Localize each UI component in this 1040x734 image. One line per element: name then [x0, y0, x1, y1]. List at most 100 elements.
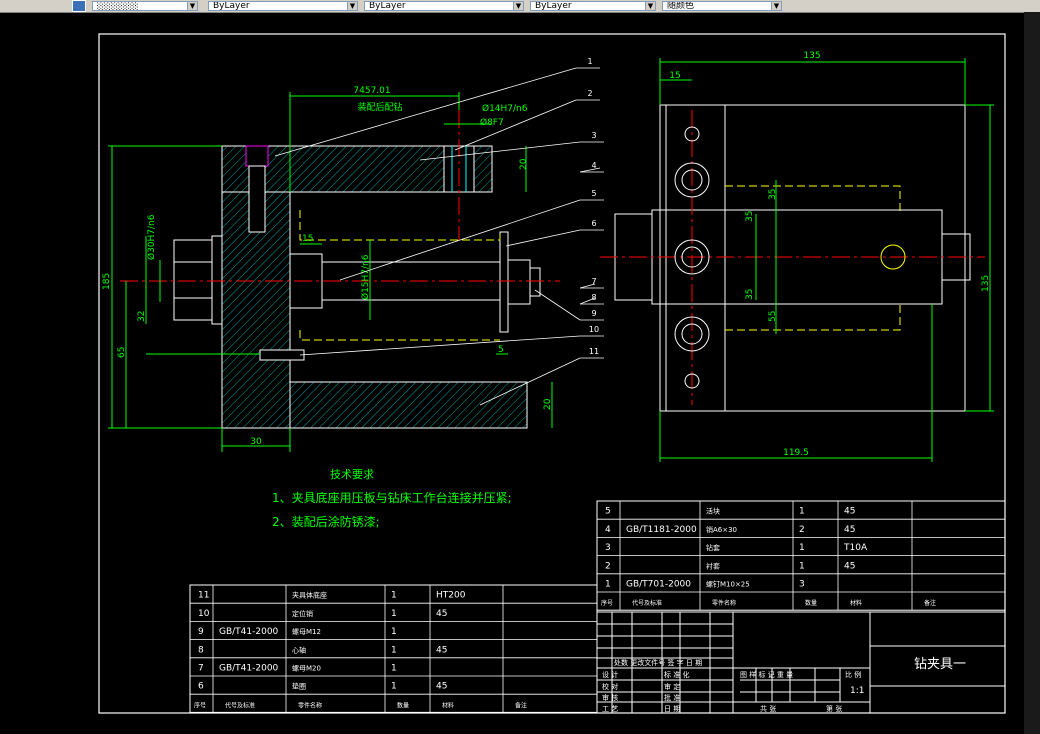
table-cell: 1 [391, 645, 397, 655]
base-plate [289, 381, 528, 429]
chevron-down-icon[interactable]: ▼ [645, 2, 655, 10]
table-cell: GB/T41-2000 [219, 627, 279, 637]
leader-label: 1 [587, 57, 592, 66]
table-cell: 11 [198, 591, 209, 601]
table-cell: 螺母M20 [292, 664, 321, 673]
table-cell: 2 [799, 525, 805, 535]
table-cell: 心轴 [292, 645, 306, 654]
table-cell: 1 [799, 543, 805, 553]
table-cell: 2 [605, 561, 611, 571]
leader-label: 7 [591, 277, 596, 286]
chevron-down-icon[interactable]: ▼ [771, 2, 781, 10]
table-cell: 1 [391, 609, 397, 619]
assembly-note: 装配后配钻 [357, 101, 402, 113]
table-cell: 衬套 [706, 561, 720, 570]
table-cell: 45 [844, 561, 855, 571]
lineweight-combo-value: ByLayer [535, 1, 572, 11]
chevron-down-icon[interactable]: ▼ [187, 2, 197, 10]
top-view-dim-text: 135 15 35 35 35 55 135 119.5 [669, 51, 991, 458]
tb-stage: 图 样 标 记 重 量 [740, 670, 793, 679]
leader-label: 3 [591, 131, 596, 140]
table-cell: 螺钉M10×25 [706, 580, 750, 589]
dim-65: 65 [117, 347, 127, 358]
drawing-canvas[interactable]: 7457.01 装配后配钻 Ø14H7/n6 Ø8F7 20 15 1 8 5 Ø3… [0, 12, 1024, 734]
dim-35-c: 35 [745, 289, 755, 300]
chevron-down-icon[interactable]: ▼ [513, 2, 523, 10]
table-cell: 45 [844, 525, 855, 535]
top-view [600, 104, 985, 412]
table-cell: 1 [799, 561, 805, 571]
leader-label: 9 [591, 309, 596, 318]
table-header-cell: 序号 [194, 701, 206, 709]
table-cell: 10 [198, 609, 210, 619]
leader-label: 5 [591, 189, 596, 198]
dim-phi8: Ø8F7 [480, 117, 504, 128]
table-cell: GB/T1181-2000 [626, 525, 697, 535]
dim-phi14: Ø14H7/n6 [482, 103, 528, 114]
table-header-cell: 数量 [397, 701, 409, 709]
nut-m12 [507, 259, 531, 305]
table-cell: 45 [436, 645, 447, 655]
table-cell: 销A6×30 [706, 525, 737, 534]
dim-30: 30 [250, 437, 262, 447]
linetype-combo-value: ByLayer [369, 1, 406, 11]
table-cell: 45 [436, 609, 447, 619]
plotstyle-combo[interactable]: 随颜色 ▼ [662, 1, 782, 11]
chevron-down-icon[interactable]: ▼ [347, 2, 357, 10]
tb-design: 设 计 [602, 670, 618, 679]
table-cell: 8 [198, 645, 204, 655]
table-cell: 钻套 [706, 543, 720, 552]
tb-check: 校 对 [602, 682, 618, 691]
linetype-combo[interactable]: ByLayer ▼ [364, 1, 524, 11]
table-cell: 3 [605, 543, 611, 553]
dim-20-bottom: 20 [543, 398, 553, 410]
title-block-text: 处数 更改文件号 签 字 日 期 设 计 校 对 审 核 工 艺 标 准 化 审… [602, 657, 966, 713]
table-header-cell: 备注 [924, 599, 936, 607]
table-cell: 1 [605, 580, 611, 590]
dim-20-top: 20 [519, 158, 529, 170]
tb-approve2: 批 准 [664, 693, 680, 702]
dim-119: 119.5 [783, 448, 809, 458]
dim-55: 55 [768, 311, 778, 322]
tb-process: 工 艺 [602, 705, 618, 713]
color-combo[interactable]: ByLayer ▼ [208, 1, 358, 11]
dim-15-top: 15 [669, 71, 680, 81]
dim-135-top: 135 [803, 51, 820, 61]
layer-combo[interactable]: ░░░░░░ ▼ [92, 1, 198, 11]
table-header-cell: 零件名称 [712, 599, 736, 607]
table-cell: 1 [391, 591, 397, 601]
layer-combo-value: ░░░░░░ [97, 1, 139, 11]
color-combo-value: ByLayer [213, 1, 250, 11]
leader-label: 8 [591, 293, 596, 302]
dim-135-right: 135 [981, 275, 991, 292]
table-cell: 9 [198, 627, 204, 637]
tb-date: 日 期 [664, 705, 680, 713]
tb-sheets: 共 张 [760, 704, 776, 713]
table-header-cell: 数量 [805, 599, 817, 607]
leader-label: 10 [589, 325, 599, 334]
bom-lower-table: 11 夹具体底座 1 HT20010 定位销 1 459 GB/T41-2000 螺母M12 18… [189, 584, 598, 713]
table-header-cell: 代号及标准 [225, 701, 255, 709]
leader-line [579, 167, 601, 173]
table-cell: HT200 [436, 591, 466, 601]
tb-sheet: 第 张 [826, 704, 842, 713]
table-cell: 定位销 [292, 609, 313, 618]
dim-15-left: 15 [302, 234, 313, 244]
table-cell: GB/T701-2000 [626, 580, 691, 590]
layer-state-icon[interactable] [72, 0, 86, 12]
viewport-edge [1024, 12, 1040, 734]
dim-32: 32 [137, 311, 147, 322]
table-header-cell: 备注 [515, 701, 527, 709]
tb-scale: 1:1 [850, 686, 864, 696]
lineweight-combo[interactable]: ByLayer ▼ [530, 1, 656, 11]
leader-line [274, 67, 577, 157]
dim-phi30: Ø30H7/n6 [146, 214, 157, 260]
table-header-cell: 代号及标准 [632, 599, 662, 607]
dim-7457: 7457.01 [353, 86, 390, 96]
tb-audit: 审 核 [602, 693, 618, 702]
table-cell: 45 [844, 507, 855, 517]
table-cell: GB/T41-2000 [219, 664, 279, 674]
leader-label: 6 [591, 219, 596, 228]
plotstyle-combo-value: 随颜色 [667, 1, 695, 11]
top-view-dimensions [659, 58, 994, 462]
